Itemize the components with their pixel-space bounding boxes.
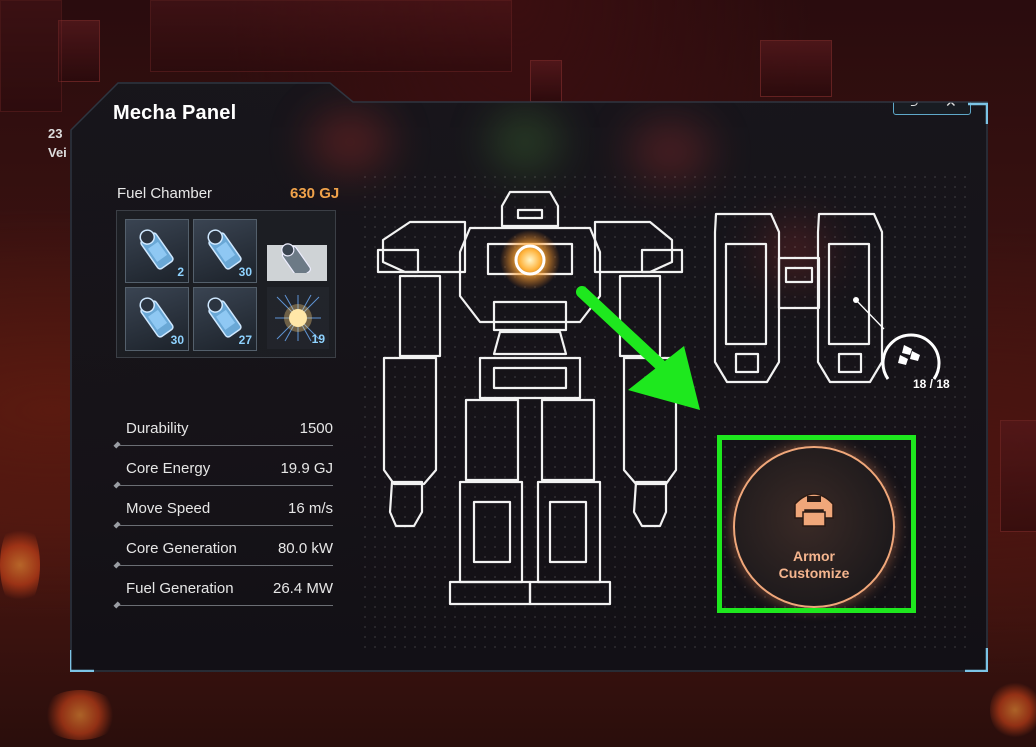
arrow-annotation bbox=[576, 286, 700, 410]
fuel-slot-drag-preview[interactable] bbox=[267, 243, 327, 281]
stat-divider bbox=[117, 445, 333, 446]
panel-title: Mecha Panel bbox=[113, 102, 237, 124]
stat-divider bbox=[117, 605, 333, 606]
fuel-slot[interactable]: 30 bbox=[193, 219, 257, 283]
hud-overlay-text: 23 Vei bbox=[48, 124, 67, 162]
stat-value: 16 m/s bbox=[287, 500, 333, 517]
stat-value: 26.4 MW bbox=[272, 580, 333, 597]
stat-value: 1500 bbox=[299, 420, 333, 437]
highlight-box bbox=[717, 435, 916, 613]
bg-building bbox=[1000, 420, 1036, 532]
stat-divider bbox=[117, 565, 333, 566]
stat-label: Core Energy bbox=[126, 460, 211, 477]
bg-building bbox=[530, 60, 562, 102]
bg-building bbox=[760, 40, 832, 97]
slot-count: 30 bbox=[238, 265, 252, 279]
stat-value: 19.9 GJ bbox=[280, 460, 333, 477]
fuel-chamber-label: Fuel Chamber bbox=[117, 185, 213, 202]
lava-glow bbox=[40, 690, 120, 740]
stat-label: Core Generation bbox=[126, 540, 237, 557]
bg-wall bbox=[150, 0, 512, 72]
lava-glow bbox=[0, 520, 40, 610]
reactor-core bbox=[500, 230, 560, 290]
slot-count: 27 bbox=[238, 333, 252, 347]
stat-divider bbox=[117, 525, 333, 526]
slot-count: 19 bbox=[311, 332, 325, 346]
hud-text: 23 bbox=[48, 126, 63, 141]
fuel-slot[interactable]: 2 bbox=[125, 219, 189, 283]
stat-label: Fuel Generation bbox=[126, 580, 234, 597]
stat-row: Core Generation 80.0 kW bbox=[117, 537, 333, 577]
bg-building bbox=[58, 20, 100, 82]
mecha-stats: Durability 1500 Core Energy 19.9 GJ Move… bbox=[117, 417, 333, 617]
fuel-slot[interactable]: 30 bbox=[125, 287, 189, 351]
stat-row: Move Speed 16 m/s bbox=[117, 497, 333, 537]
stat-row: Core Energy 19.9 GJ bbox=[117, 457, 333, 497]
bg-building bbox=[0, 0, 62, 112]
drone-count: 18 / 18 bbox=[913, 377, 950, 391]
undo-icon[interactable]: ⮌ bbox=[907, 91, 918, 115]
fuel-chamber-grid: 2 30 30 27 19 bbox=[116, 210, 336, 358]
window-controls: ⮌ ✕ bbox=[893, 91, 971, 115]
jetpack-blueprint[interactable] bbox=[706, 204, 886, 394]
stat-divider bbox=[117, 485, 333, 486]
stat-row: Fuel Generation 26.4 MW bbox=[117, 577, 333, 617]
bg-glow bbox=[310, 112, 390, 172]
stat-value: 80.0 kW bbox=[277, 540, 333, 557]
fuel-slot[interactable]: 19 bbox=[267, 287, 329, 349]
stat-label: Durability bbox=[126, 420, 189, 437]
lava-glow bbox=[990, 680, 1036, 740]
slot-count: 30 bbox=[170, 333, 184, 347]
hud-text: Vei bbox=[48, 145, 67, 160]
bg-glow bbox=[490, 112, 560, 172]
mecha-panel: Mecha Panel ⮌ ✕ Fuel Chamber 630 GJ 2 30… bbox=[70, 82, 988, 672]
close-icon[interactable]: ✕ bbox=[945, 95, 957, 111]
fuel-chamber-value: 630 GJ bbox=[290, 185, 340, 202]
fuel-canister-ghost-icon bbox=[281, 243, 312, 273]
fuel-slot[interactable]: 27 bbox=[193, 287, 257, 351]
stat-label: Move Speed bbox=[126, 500, 211, 517]
stat-row: Durability 1500 bbox=[117, 417, 333, 457]
slot-count: 2 bbox=[177, 265, 184, 279]
